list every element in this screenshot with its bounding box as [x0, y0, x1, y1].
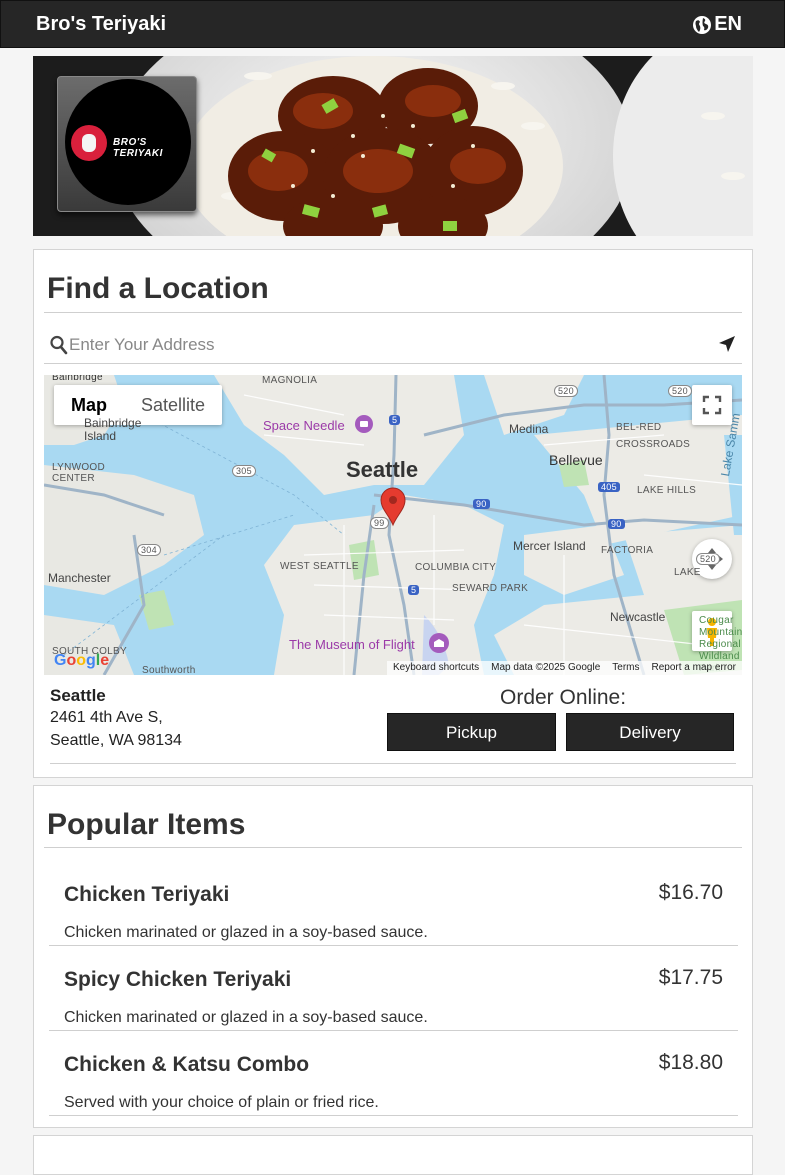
map-label-factoria: FACTORIA	[601, 545, 654, 556]
find-location-section: Find a Location Enter Your Address Map S…	[33, 249, 753, 778]
map-label-seattle: Seattle	[346, 457, 419, 482]
terms-link[interactable]: Terms	[612, 661, 639, 675]
top-bar: Bro's Teriyaki EN	[0, 0, 785, 48]
address-search	[44, 328, 742, 364]
highway-99-shield: 99	[370, 517, 389, 529]
map-data-attribution: Map data ©2025 Google	[491, 662, 601, 673]
hero-banner: BRO'S TERIYAKI	[33, 56, 753, 236]
language-label: EN	[714, 13, 742, 35]
map-label-manchester: Manchester	[48, 571, 111, 585]
map-label-seward-park: SEWARD PARK	[452, 583, 529, 594]
highway-405-shield: 405	[598, 482, 620, 492]
map-label-bellevue: Bellevue	[549, 452, 603, 468]
store-address-line2: Seattle, WA 98134	[50, 732, 182, 749]
pickup-button[interactable]: Pickup	[387, 713, 556, 751]
map-label-lake-hills: LAKE HILLS	[637, 485, 697, 496]
menu-item-price: $16.70	[658, 881, 723, 904]
globe-icon	[693, 15, 712, 34]
map-label-bel-red: BEL-RED	[616, 422, 662, 433]
map-label-west-seattle: WEST SEATTLE	[280, 561, 359, 572]
map-label-newcastle: Newcastle	[610, 610, 666, 624]
highway-520-shield: 520	[696, 553, 720, 565]
museum-poi-icon	[429, 633, 449, 653]
map-label-lynwood-center: LYNWOOD CENTER	[52, 462, 106, 484]
google-logo[interactable]: Google	[54, 652, 109, 670]
map-label-columbia-city: COLUMBIA CITY	[415, 562, 497, 573]
menu-item-price: $18.80	[658, 1051, 723, 1074]
divider	[44, 312, 742, 313]
menu-item-description: Chicken marinated or glazed in a soy-bas…	[64, 924, 428, 941]
fullscreen-button[interactable]	[692, 385, 732, 425]
brand-name[interactable]: Bro's Teriyaki	[36, 13, 166, 36]
map-label-mercer-island: Mercer Island	[513, 539, 586, 553]
map-label-southworth: Southworth	[142, 665, 196, 675]
search-icon	[50, 335, 68, 355]
map-label-crossroads: CROSSROADS	[616, 439, 691, 450]
menu-item-name: Spicy Chicken Teriyaki	[64, 968, 292, 991]
divider	[44, 847, 742, 848]
highway-90-shield: 90	[473, 499, 490, 509]
language-selector[interactable]: EN	[692, 13, 742, 36]
highway-304-shield: 304	[137, 544, 161, 556]
highway-520-shield: 520	[554, 385, 578, 397]
map-footer: Keyboard shortcuts Map data ©2025 Google…	[386, 661, 742, 675]
section-title-find-location: Find a Location	[47, 272, 269, 305]
map-label-magnolia: MAGNOLIA	[262, 375, 318, 386]
section-title-popular-items: Popular Items	[47, 808, 246, 841]
order-online-label: Order Online:	[500, 686, 627, 709]
map-label-medina: Medina	[509, 422, 549, 436]
popular-items-section: Popular Items Chicken Teriyaki $16.70 Ch…	[33, 785, 753, 1128]
logo-text: BRO'S TERIYAKI	[113, 137, 163, 159]
keyboard-shortcuts-link[interactable]: Keyboard shortcuts	[393, 661, 479, 675]
menu-item[interactable]: Chicken Teriyaki $16.70 Chicken marinate…	[49, 861, 738, 946]
report-map-error-link[interactable]: Report a map error	[652, 661, 736, 675]
menu-item-description: Served with your choice of plain or frie…	[64, 1094, 379, 1111]
logo-mascot-icon	[71, 125, 107, 161]
store-address-line1: 2461 4th Ave S,	[50, 709, 163, 726]
highway-5-shield: 5	[389, 415, 401, 425]
send-location-icon[interactable]	[718, 335, 736, 353]
next-section	[33, 1135, 753, 1175]
menu-item-description: Chicken marinated or glazed in a soy-bas…	[64, 1009, 428, 1026]
space-needle-poi-icon	[355, 415, 373, 433]
delivery-button[interactable]: Delivery	[566, 713, 734, 751]
location-map[interactable]: Map Satellite Bainbridge Bainbridge Isla…	[44, 375, 742, 675]
restaurant-logo[interactable]: BRO'S TERIYAKI	[57, 76, 197, 212]
menu-item-name: Chicken & Katsu Combo	[64, 1053, 310, 1076]
map-label-museum-of-flight: The Museum of Flight	[289, 637, 415, 652]
menu-item-price: $17.75	[658, 966, 723, 989]
highway-520-shield: 520	[668, 385, 692, 397]
menu-item[interactable]: Chicken & Katsu Combo $18.80 Served with…	[49, 1031, 738, 1116]
store-name: Seattle	[50, 686, 106, 705]
highway-305-shield: 305	[232, 465, 256, 477]
map-label-bainbridge: Bainbridge	[52, 375, 103, 383]
map-label-lakemont: LAKE	[674, 567, 701, 578]
menu-item-name: Chicken Teriyaki	[64, 883, 230, 906]
map-label-space-needle: Space Needle	[263, 418, 345, 433]
address-input[interactable]	[69, 332, 709, 358]
logo-badge: BRO'S TERIYAKI	[65, 79, 191, 205]
menu-item[interactable]: Spicy Chicken Teriyaki $17.75 Chicken ma…	[49, 946, 738, 1031]
map-label-bainbridge-island: Bainbridge Island	[84, 416, 142, 443]
fullscreen-icon	[702, 395, 722, 415]
highway-90-shield: 90	[608, 519, 625, 529]
divider	[50, 763, 736, 764]
highway-5-shield: 5	[408, 585, 420, 595]
